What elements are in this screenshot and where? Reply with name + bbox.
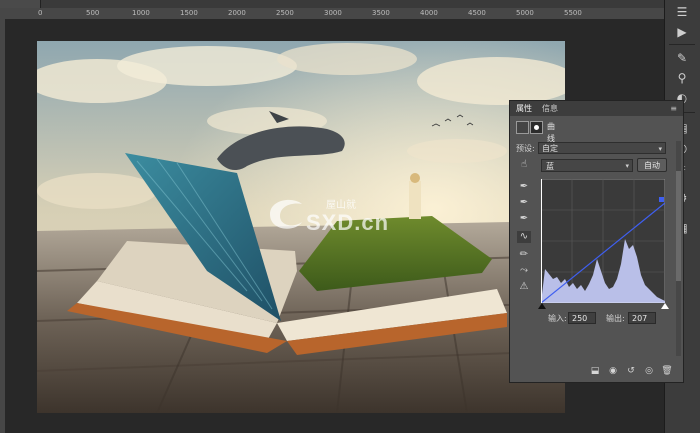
ruler-label: 5000 <box>516 9 534 17</box>
curves-adjustment-icon[interactable] <box>516 121 529 134</box>
white-point-eyedropper-icon[interactable]: ✒ <box>517 213 531 225</box>
watermark-domain-text: SXD.cn <box>306 210 390 235</box>
gray-point-eyedropper-icon[interactable]: ✒ <box>517 197 531 209</box>
channel-dropdown[interactable]: 蓝 ▾ <box>541 159 633 172</box>
target-adjust-icon[interactable]: ☝ <box>517 159 531 171</box>
clip-to-layer-icon[interactable]: ⬓ <box>588 365 602 378</box>
panel-scrollbar[interactable] <box>676 141 681 356</box>
input-label: 输入: <box>548 314 567 323</box>
channel-value: 蓝 <box>546 162 554 171</box>
mask-dot <box>534 125 539 130</box>
curve-point-tool-icon[interactable]: ∿ <box>517 231 531 243</box>
chevron-down-icon: ▾ <box>625 162 629 170</box>
black-point-eyedropper-icon[interactable]: ✒ <box>517 181 531 193</box>
ruler-label: 3500 <box>372 9 390 17</box>
preset-label: 预设: <box>516 144 535 153</box>
ruler-label: 1500 <box>180 9 198 17</box>
watermark-small-text: 屋山就 <box>326 200 356 211</box>
panel-footer: ⬓ ◉ ↺ ◎ 🗑 <box>510 365 683 379</box>
black-point-slider[interactable] <box>538 303 546 309</box>
output-field[interactable]: 207 <box>628 312 656 324</box>
clipping-warning-icon[interactable]: ⚠ <box>517 281 531 293</box>
ruler-label: 1000 <box>132 9 150 17</box>
ruler-label: 4000 <box>420 9 438 17</box>
panel-scroll-thumb[interactable] <box>676 171 681 281</box>
tab-properties[interactable]: 属性 <box>516 103 532 114</box>
document-tab-bar <box>0 0 664 8</box>
preset-value: 自定 <box>542 144 558 153</box>
visibility-eye-icon[interactable]: ◎ <box>642 365 656 378</box>
layer-mask-icon[interactable] <box>530 121 543 134</box>
delete-trash-icon[interactable]: 🗑 <box>660 365 674 378</box>
chevron-down-icon: ▾ <box>658 145 662 153</box>
curves-graph-svg <box>540 178 666 304</box>
site-watermark: 屋山就 SXD.cn <box>262 190 438 240</box>
ruler-label: 5500 <box>564 9 582 17</box>
ruler-label: 3000 <box>324 9 342 17</box>
panel-menu-icon[interactable]: ≡ <box>670 104 677 113</box>
ruler-label: 2000 <box>228 9 246 17</box>
reset-icon[interactable]: ↺ <box>624 365 638 378</box>
brush-icon[interactable]: ✎ <box>671 50 693 66</box>
pencil-icon[interactable]: ✏ <box>517 249 531 261</box>
ruler-label: 500 <box>86 9 100 17</box>
auto-button[interactable]: 自动 <box>637 158 667 172</box>
preset-dropdown[interactable]: 自定 ▾ <box>538 142 666 154</box>
view-previous-icon[interactable]: ◉ <box>606 365 620 378</box>
curves-graph[interactable] <box>538 178 669 309</box>
eyedropper-icon[interactable]: ⚲ <box>671 70 693 86</box>
ruler-label: 0 <box>38 9 43 17</box>
ruler-label: 4500 <box>468 9 486 17</box>
history-icon[interactable]: ☰ <box>671 4 693 20</box>
white-point-slider[interactable] <box>661 303 669 309</box>
ruler-label: 2500 <box>276 9 294 17</box>
document-tab[interactable] <box>0 0 41 8</box>
input-field[interactable]: 250 <box>568 312 596 324</box>
play-icon[interactable]: ▶ <box>671 24 693 40</box>
tab-info[interactable]: 信息 <box>542 103 558 114</box>
dock-divider <box>669 44 695 45</box>
panel-header: 属性 信息 ≡ <box>510 101 683 116</box>
output-label: 输出: <box>606 314 625 323</box>
smooth-icon[interactable]: ⤳ <box>517 265 531 277</box>
properties-panel: 属性 信息 ≡ 曲线 预设: 自定 ▾ ☝ ✒ ✒ ✒ ∿ ✏ ⤳ ⚠ 蓝 ▾ … <box>509 100 684 383</box>
